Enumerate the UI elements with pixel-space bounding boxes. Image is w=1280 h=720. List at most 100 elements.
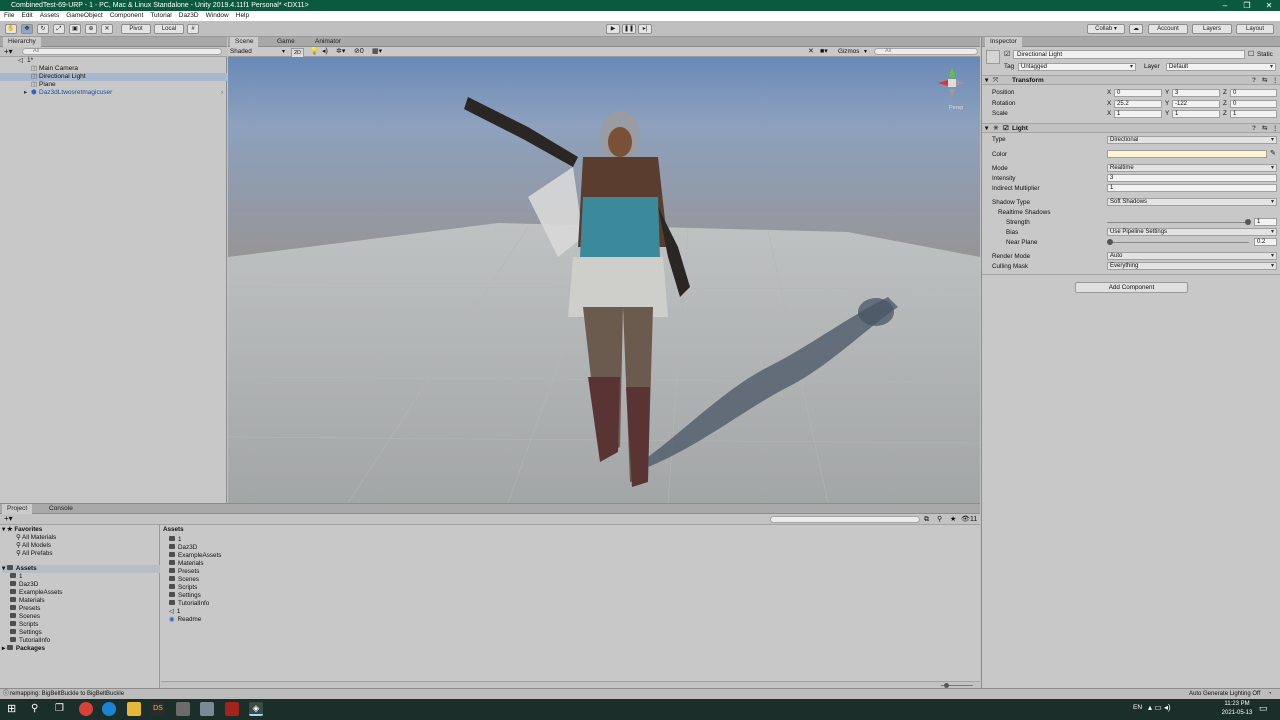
asset-folder[interactable]: Scenes: [169, 575, 199, 584]
favorite-item[interactable]: ⚲ All Materials: [16, 534, 56, 542]
position-x-field[interactable]: 0: [1114, 89, 1162, 97]
maximize-button[interactable]: ❐: [1236, 0, 1258, 11]
app-icon[interactable]: [225, 702, 239, 716]
asset-folder[interactable]: Settings: [169, 591, 201, 600]
close-button[interactable]: ✕: [1258, 0, 1280, 11]
scene-viewport[interactable]: Persp: [228, 57, 980, 503]
tree-folder[interactable]: Scripts: [10, 620, 38, 629]
help-icon[interactable]: ?: [1252, 124, 1256, 133]
tab-game[interactable]: Game: [272, 37, 300, 47]
near-plane-field[interactable]: 0.2: [1254, 238, 1277, 246]
light-header[interactable]: ▾ ☀ ☑ Light ? ⇆ ⋮: [982, 123, 1280, 133]
culling-mask-dropdown[interactable]: Everything: [1107, 262, 1277, 270]
shadow-type-dropdown[interactable]: Soft Shadows: [1107, 198, 1277, 206]
lighting-toggle-icon[interactable]: 💡: [310, 47, 319, 57]
menu-help[interactable]: Help: [236, 11, 249, 21]
hierarchy-item-prefab[interactable]: ▸ ⬢ Daz3dLtwosretmagicuser ›: [0, 89, 227, 97]
hierarchy-item-directional-light[interactable]: ◫ Directional Light: [0, 73, 227, 81]
step-button[interactable]: ▸|: [638, 24, 652, 34]
collab-dropdown[interactable]: Collab ▾: [1087, 24, 1125, 34]
shading-mode-dropdown[interactable]: Shaded: [230, 47, 252, 57]
static-checkbox[interactable]: ☐: [1248, 50, 1254, 58]
pause-button[interactable]: ❚❚: [622, 24, 636, 34]
browser-app-icon[interactable]: [79, 702, 93, 716]
foldout-arrow-icon[interactable]: ▾: [985, 76, 988, 85]
near-plane-slider-handle[interactable]: [1107, 239, 1113, 245]
tree-folder[interactable]: Settings: [10, 628, 42, 637]
expand-arrow-icon[interactable]: ▸: [24, 89, 27, 97]
orientation-gizmo[interactable]: [934, 65, 970, 101]
active-checkbox[interactable]: ☑: [1004, 50, 1010, 58]
object-name-field[interactable]: Directional Light: [1013, 50, 1245, 59]
hidden-count-icon[interactable]: 👁: [961, 514, 970, 525]
rotate-tool-icon[interactable]: ↻: [37, 24, 49, 34]
effects-icon[interactable]: ✲▾: [336, 47, 345, 57]
layers-dropdown[interactable]: Layers: [1192, 24, 1232, 34]
kebab-menu-icon[interactable]: ⋮: [1272, 76, 1279, 85]
assets-root[interactable]: ▾ Assets: [2, 564, 160, 573]
asset-folder[interactable]: Materials: [169, 559, 204, 568]
rotation-y-field[interactable]: -122: [1172, 100, 1220, 108]
menu-file[interactable]: File: [4, 11, 14, 21]
tab-project[interactable]: Project: [2, 504, 33, 514]
unity-app-icon[interactable]: ◈: [249, 702, 263, 716]
audio-toggle-icon[interactable]: ◂): [322, 47, 328, 57]
minimize-button[interactable]: –: [1214, 0, 1236, 11]
menu-assets[interactable]: Assets: [40, 11, 60, 21]
tree-folder[interactable]: Materials: [10, 596, 45, 605]
asset-folder[interactable]: 1: [169, 535, 182, 544]
eyedropper-icon[interactable]: ✎: [1270, 149, 1276, 157]
language-indicator[interactable]: EN: [1133, 704, 1142, 711]
play-button[interactable]: ▶: [606, 24, 620, 34]
bias-dropdown[interactable]: Use Pipeline Settings: [1107, 228, 1277, 236]
indirect-multiplier-field[interactable]: 1: [1107, 184, 1277, 192]
file-explorer-icon[interactable]: [127, 702, 141, 716]
scale-x-field[interactable]: 1: [1114, 110, 1162, 118]
asset-folder[interactable]: Presets: [169, 567, 199, 576]
asset-folder[interactable]: Daz3D: [169, 543, 197, 552]
hierarchy-item-plane[interactable]: ◫ Plane: [0, 81, 227, 89]
hidden-objects-icon[interactable]: ⊘0: [354, 47, 364, 57]
position-z-field[interactable]: 0: [1230, 89, 1277, 97]
tab-scene[interactable]: Scene: [230, 37, 259, 47]
preset-icon[interactable]: ⇆: [1262, 124, 1267, 133]
menu-daz3d[interactable]: Daz3D: [179, 11, 199, 21]
daz-studio-icon[interactable]: DS: [151, 702, 165, 716]
scene-search-input[interactable]: All: [874, 48, 978, 55]
asset-scene[interactable]: ◁ 1: [169, 608, 180, 616]
position-y-field[interactable]: 3: [1172, 89, 1220, 97]
grid-snap-icon[interactable]: #: [187, 24, 199, 34]
light-enabled-checkbox[interactable]: ☑: [1003, 124, 1009, 133]
scene-root-row[interactable]: ◁ 1*: [0, 57, 227, 65]
tree-folder[interactable]: Daz3D: [10, 580, 38, 589]
persp-label[interactable]: Persp: [949, 105, 963, 111]
strength-slider-handle[interactable]: [1245, 219, 1251, 225]
local-toggle[interactable]: Local: [154, 24, 184, 34]
light-color-swatch[interactable]: [1107, 150, 1267, 158]
tree-folder[interactable]: TutorialInfo: [10, 636, 50, 645]
foldout-arrow-icon[interactable]: ▾: [985, 124, 988, 133]
app-icon[interactable]: [200, 702, 214, 716]
tree-folder[interactable]: Scenes: [10, 612, 40, 621]
menu-tutorial[interactable]: Tutorial: [150, 11, 171, 21]
tab-animator[interactable]: Animator: [310, 37, 346, 47]
packages-root[interactable]: ▸ Packages: [2, 644, 45, 653]
chevron-right-icon[interactable]: ›: [221, 89, 223, 97]
layer-dropdown[interactable]: Default: [1166, 63, 1276, 71]
cloud-icon[interactable]: ☁: [1129, 24, 1143, 34]
favorite-star-icon[interactable]: ★: [950, 514, 956, 525]
task-view-icon[interactable]: ❐: [55, 703, 64, 714]
asset-folder[interactable]: Scripts: [169, 583, 197, 592]
tab-console[interactable]: Console: [44, 504, 78, 514]
filter-type-icon[interactable]: ⧉: [924, 514, 929, 525]
clock-time[interactable]: 11:23 PM: [1222, 701, 1252, 707]
clock-date[interactable]: 2021-05-13: [1220, 710, 1254, 716]
light-type-dropdown[interactable]: Directional: [1107, 136, 1277, 144]
tree-folder[interactable]: 1: [10, 572, 23, 581]
grid-icon[interactable]: ▦▾: [372, 47, 382, 57]
move-tool-icon[interactable]: ✥: [21, 24, 33, 34]
hierarchy-item-main-camera[interactable]: ◫ Main Camera: [0, 65, 227, 73]
hand-tool-icon[interactable]: ✋: [5, 24, 17, 34]
tag-dropdown[interactable]: Untagged: [1018, 63, 1136, 71]
axis-gizmo-icon[interactable]: [934, 65, 970, 101]
